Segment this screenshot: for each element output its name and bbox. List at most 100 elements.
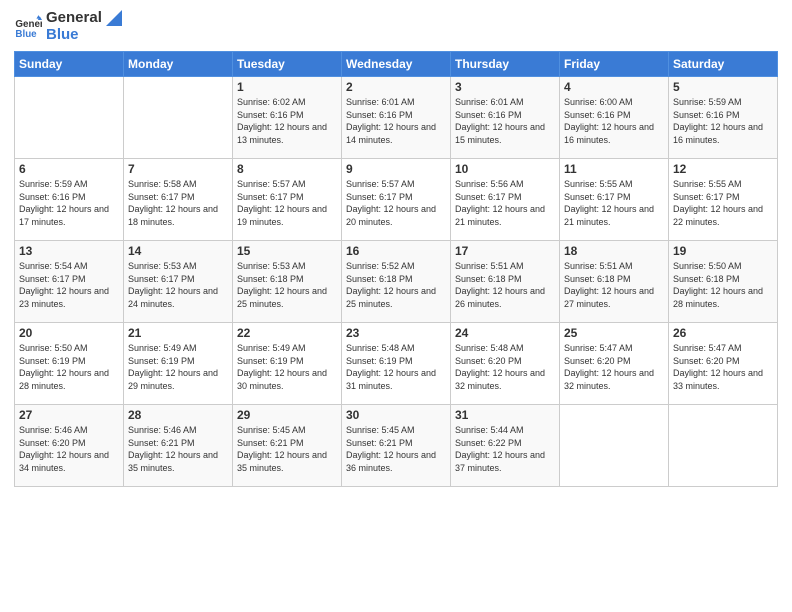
day-info: Sunrise: 5:57 AMSunset: 6:17 PMDaylight:… <box>237 178 337 228</box>
day-info: Sunrise: 5:51 AMSunset: 6:18 PMDaylight:… <box>455 260 555 310</box>
day-number: 25 <box>564 326 664 340</box>
day-info: Sunrise: 5:45 AMSunset: 6:21 PMDaylight:… <box>346 424 446 474</box>
day-info: Sunrise: 6:00 AMSunset: 6:16 PMDaylight:… <box>564 96 664 146</box>
day-info: Sunrise: 5:51 AMSunset: 6:18 PMDaylight:… <box>564 260 664 310</box>
logo: General Blue General Blue <box>14 10 122 43</box>
calendar-cell: 13Sunrise: 5:54 AMSunset: 6:17 PMDayligh… <box>15 241 124 323</box>
calendar-cell: 1 Sunrise: 6:02 AMSunset: 6:16 PMDaylight… <box>233 77 342 159</box>
day-info: Sunrise: 5:58 AMSunset: 6:17 PMDaylight:… <box>128 178 228 228</box>
calendar-cell: 15Sunrise: 5:53 AMSunset: 6:18 PMDayligh… <box>233 241 342 323</box>
calendar-container: General Blue General Blue SundayMondayT <box>0 0 792 612</box>
day-info: Sunrise: 5:47 AMSunset: 6:20 PMDaylight:… <box>564 342 664 392</box>
calendar-cell: 12 Sunrise: 5:55 AMSunset: 6:17 PMDayligh… <box>669 159 778 241</box>
calendar-cell: 24 Sunrise: 5:48 AMSunset: 6:20 PMDayligh… <box>451 323 560 405</box>
calendar-cell: 25 Sunrise: 5:47 AMSunset: 6:20 PMDayligh… <box>560 323 669 405</box>
day-number: 31 <box>455 408 555 422</box>
svg-text:Blue: Blue <box>15 28 37 39</box>
day-number: 2 <box>346 80 446 94</box>
weekday-header-friday: Friday <box>560 52 669 77</box>
day-number: 10 <box>455 162 555 176</box>
day-number: 30 <box>346 408 446 422</box>
day-info: Sunrise: 5:47 AMSunset: 6:20 PMDaylight:… <box>673 342 773 392</box>
calendar-cell: 29 Sunrise: 5:45 AMSunset: 6:21 PMDayligh… <box>233 405 342 487</box>
day-info: Sunrise: 6:01 AMSunset: 6:16 PMDaylight:… <box>346 96 446 146</box>
day-info: Sunrise: 5:57 AMSunset: 6:17 PMDaylight:… <box>346 178 446 228</box>
logo-triangle-icon <box>106 10 122 26</box>
calendar-cell: 3 Sunrise: 6:01 AMSunset: 6:16 PMDaylight… <box>451 77 560 159</box>
day-info: Sunrise: 5:53 AMSunset: 6:17 PMDaylight:… <box>128 260 228 310</box>
calendar-cell: 6 Sunrise: 5:59 AMSunset: 6:16 PMDaylight… <box>15 159 124 241</box>
calendar-cell: 14Sunrise: 5:53 AMSunset: 6:17 PMDayligh… <box>124 241 233 323</box>
day-number: 18 <box>564 244 664 258</box>
calendar-cell: 20 Sunrise: 5:50 AMSunset: 6:19 PMDayligh… <box>15 323 124 405</box>
calendar-week-2: 6 Sunrise: 5:59 AMSunset: 6:16 PMDaylight… <box>15 159 778 241</box>
day-info: Sunrise: 6:01 AMSunset: 6:16 PMDaylight:… <box>455 96 555 146</box>
day-number: 13 <box>19 244 119 258</box>
calendar-cell <box>15 77 124 159</box>
calendar-cell: 21Sunrise: 5:49 AMSunset: 6:19 PMDayligh… <box>124 323 233 405</box>
calendar-cell: 17 Sunrise: 5:51 AMSunset: 6:18 PMDayligh… <box>451 241 560 323</box>
day-info: Sunrise: 5:50 AMSunset: 6:18 PMDaylight:… <box>673 260 773 310</box>
weekday-header-monday: Monday <box>124 52 233 77</box>
calendar-cell: 26 Sunrise: 5:47 AMSunset: 6:20 PMDayligh… <box>669 323 778 405</box>
weekday-header-tuesday: Tuesday <box>233 52 342 77</box>
day-number: 22 <box>237 326 337 340</box>
calendar-cell: 10 Sunrise: 5:56 AMSunset: 6:17 PMDayligh… <box>451 159 560 241</box>
calendar-cell: 8Sunrise: 5:57 AMSunset: 6:17 PMDaylight… <box>233 159 342 241</box>
calendar-cell: 27 Sunrise: 5:46 AMSunset: 6:20 PMDayligh… <box>15 405 124 487</box>
calendar-cell: 9Sunrise: 5:57 AMSunset: 6:17 PMDaylight… <box>342 159 451 241</box>
day-number: 29 <box>237 408 337 422</box>
header: General Blue General Blue <box>14 10 778 43</box>
day-info: Sunrise: 5:46 AMSunset: 6:21 PMDaylight:… <box>128 424 228 474</box>
calendar-cell: 19 Sunrise: 5:50 AMSunset: 6:18 PMDayligh… <box>669 241 778 323</box>
logo-blue: Blue <box>46 27 122 44</box>
day-info: Sunrise: 5:59 AMSunset: 6:16 PMDaylight:… <box>19 178 119 228</box>
calendar-week-4: 20 Sunrise: 5:50 AMSunset: 6:19 PMDayligh… <box>15 323 778 405</box>
day-info: Sunrise: 5:44 AMSunset: 6:22 PMDaylight:… <box>455 424 555 474</box>
day-number: 12 <box>673 162 773 176</box>
day-info: Sunrise: 5:46 AMSunset: 6:20 PMDaylight:… <box>19 424 119 474</box>
calendar-week-3: 13Sunrise: 5:54 AMSunset: 6:17 PMDayligh… <box>15 241 778 323</box>
day-info: Sunrise: 5:49 AMSunset: 6:19 PMDaylight:… <box>237 342 337 392</box>
day-number: 20 <box>19 326 119 340</box>
day-number: 23 <box>346 326 446 340</box>
day-number: 27 <box>19 408 119 422</box>
day-number: 5 <box>673 80 773 94</box>
day-number: 17 <box>455 244 555 258</box>
day-number: 3 <box>455 80 555 94</box>
calendar-cell: 11 Sunrise: 5:55 AMSunset: 6:17 PMDayligh… <box>560 159 669 241</box>
day-info: Sunrise: 5:59 AMSunset: 6:16 PMDaylight:… <box>673 96 773 146</box>
calendar-week-5: 27 Sunrise: 5:46 AMSunset: 6:20 PMDayligh… <box>15 405 778 487</box>
day-info: Sunrise: 5:55 AMSunset: 6:17 PMDaylight:… <box>564 178 664 228</box>
calendar-cell: 23Sunrise: 5:48 AMSunset: 6:19 PMDayligh… <box>342 323 451 405</box>
day-number: 21 <box>128 326 228 340</box>
day-info: Sunrise: 5:56 AMSunset: 6:17 PMDaylight:… <box>455 178 555 228</box>
calendar-cell: 2 Sunrise: 6:01 AMSunset: 6:16 PMDaylight… <box>342 77 451 159</box>
day-number: 15 <box>237 244 337 258</box>
logo-icon: General Blue <box>14 13 42 41</box>
day-number: 6 <box>19 162 119 176</box>
day-number: 19 <box>673 244 773 258</box>
calendar-cell: 18 Sunrise: 5:51 AMSunset: 6:18 PMDayligh… <box>560 241 669 323</box>
weekday-header-wednesday: Wednesday <box>342 52 451 77</box>
day-number: 16 <box>346 244 446 258</box>
calendar-cell <box>560 405 669 487</box>
day-number: 24 <box>455 326 555 340</box>
weekday-header-sunday: Sunday <box>15 52 124 77</box>
calendar-week-1: 1 Sunrise: 6:02 AMSunset: 6:16 PMDaylight… <box>15 77 778 159</box>
calendar-cell: 4 Sunrise: 6:00 AMSunset: 6:16 PMDaylight… <box>560 77 669 159</box>
day-number: 1 <box>237 80 337 94</box>
calendar-table: SundayMondayTuesdayWednesdayThursdayFrid… <box>14 51 778 487</box>
day-info: Sunrise: 6:02 AMSunset: 6:16 PMDaylight:… <box>237 96 337 146</box>
day-info: Sunrise: 5:48 AMSunset: 6:20 PMDaylight:… <box>455 342 555 392</box>
day-number: 26 <box>673 326 773 340</box>
day-number: 4 <box>564 80 664 94</box>
day-info: Sunrise: 5:55 AMSunset: 6:17 PMDaylight:… <box>673 178 773 228</box>
logo-general: General <box>46 10 122 27</box>
day-info: Sunrise: 5:45 AMSunset: 6:21 PMDaylight:… <box>237 424 337 474</box>
calendar-cell <box>669 405 778 487</box>
day-info: Sunrise: 5:50 AMSunset: 6:19 PMDaylight:… <box>19 342 119 392</box>
day-number: 11 <box>564 162 664 176</box>
weekday-header-row: SundayMondayTuesdayWednesdayThursdayFrid… <box>15 52 778 77</box>
day-info: Sunrise: 5:52 AMSunset: 6:18 PMDaylight:… <box>346 260 446 310</box>
